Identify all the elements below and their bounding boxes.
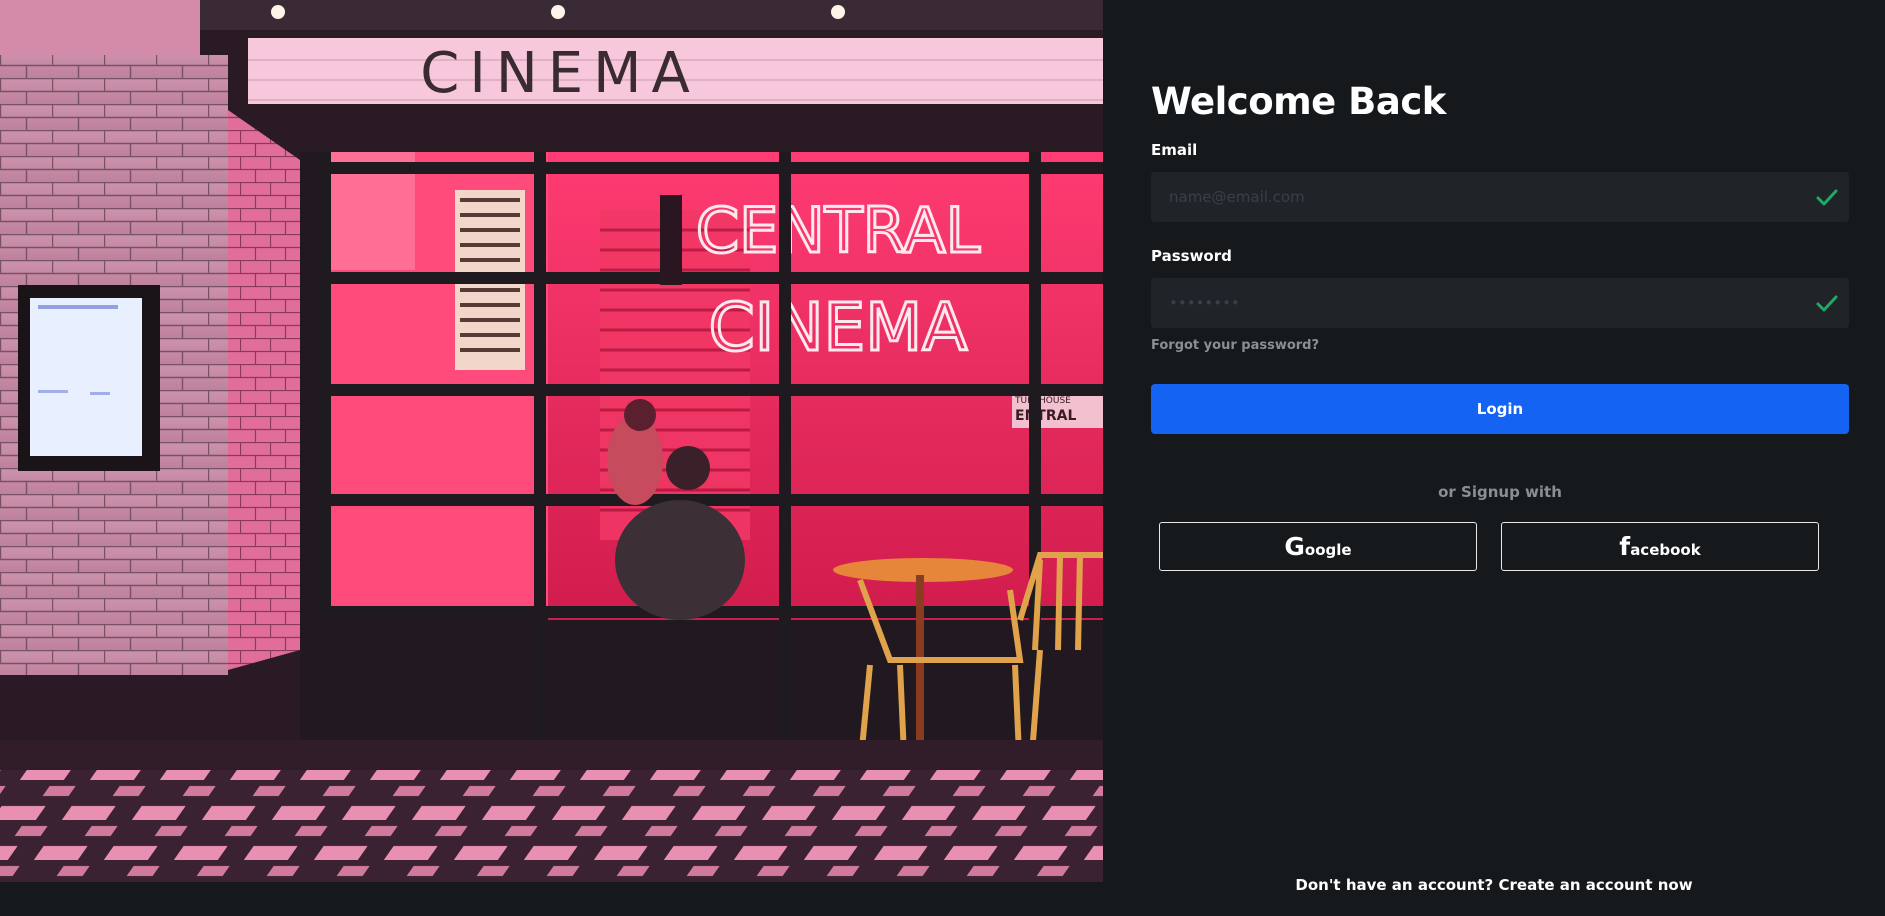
- google-label: oogle: [1304, 540, 1352, 559]
- signup-prompt-text: Don't have an account?: [1295, 876, 1494, 894]
- google-signup-button[interactable]: G oogle: [1159, 522, 1477, 571]
- signup-divider-text: or Signup with: [1438, 483, 1562, 501]
- login-page: CINEMA CENTRAL CINEMA TUREHOUSE ENTRAL W…: [0, 0, 1885, 916]
- create-account-link[interactable]: Create an account now: [1499, 876, 1693, 894]
- login-button[interactable]: Login: [1151, 384, 1849, 434]
- google-icon: G: [1284, 532, 1305, 561]
- forgot-password-link[interactable]: Forgot your password?: [1151, 338, 1319, 353]
- cinema-storefront-illustration: CINEMA CENTRAL CINEMA TUREHOUSE ENTRAL: [0, 0, 1103, 882]
- signup-prompt: Don't have an account? Create an account…: [1103, 876, 1885, 894]
- email-label: Email: [1151, 141, 1198, 159]
- password-label: Password: [1151, 247, 1232, 265]
- page-title: Welcome Back: [1151, 80, 1446, 123]
- check-icon: [1816, 189, 1838, 206]
- email-field[interactable]: [1151, 172, 1771, 222]
- login-panel: Welcome Back Email Password Forgot your …: [1103, 0, 1885, 916]
- password-field[interactable]: [1151, 278, 1771, 328]
- email-field-wrapper: [1151, 172, 1849, 222]
- side-sign-line2: ENTRAL: [1015, 408, 1076, 424]
- facebook-signup-button[interactable]: f acebook: [1501, 522, 1819, 571]
- hero-image: CINEMA CENTRAL CINEMA TUREHOUSE ENTRAL: [0, 0, 1103, 882]
- password-field-wrapper: [1151, 278, 1849, 328]
- check-icon: [1816, 295, 1838, 312]
- side-sign-line1: TUREHOUSE: [1014, 396, 1071, 406]
- facebook-label: acebook: [1630, 540, 1701, 559]
- neon-sign-line1: CENTRAL: [696, 194, 981, 267]
- facebook-icon: f: [1619, 532, 1631, 561]
- neon-sign-line2: CINEMA: [709, 289, 968, 366]
- marquee-text: CINEMA: [420, 41, 700, 106]
